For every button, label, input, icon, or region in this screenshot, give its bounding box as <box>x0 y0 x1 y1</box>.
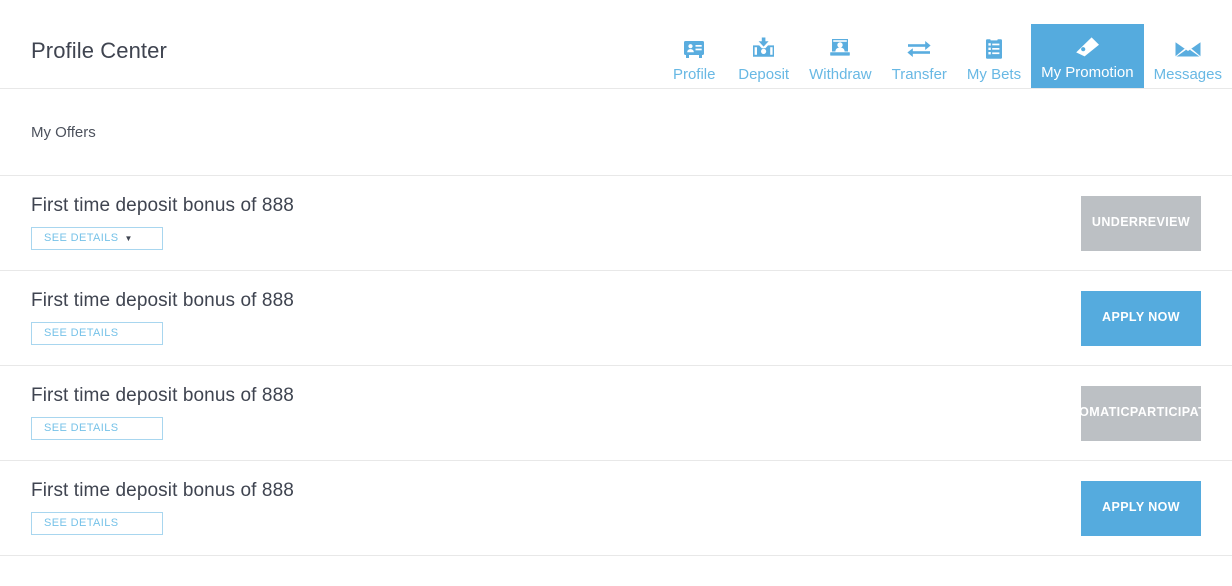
tab-profile-label: Profile <box>672 66 716 83</box>
offer-row: First time deposit bonus of 888 SEE DETA… <box>0 271 1232 366</box>
page-header: Profile Center Profile Deposit Withdraw … <box>0 0 1232 89</box>
offer-status-line: PARTICIPATION <box>1129 405 1230 420</box>
chevron-down-icon: ▼ <box>124 233 133 243</box>
offer-status-line: AUTOMATIC <box>1052 405 1130 420</box>
see-details-label: SEE DETAILS <box>44 327 119 339</box>
tab-my-promotion[interactable]: My Promotion <box>1031 24 1144 88</box>
deposit-icon <box>751 36 777 62</box>
see-details-label: SEE DETAILS <box>44 422 119 434</box>
tab-deposit-label: Deposit <box>738 66 790 83</box>
withdraw-icon <box>828 36 852 62</box>
tab-messages-label: Messages <box>1153 66 1222 83</box>
offer-status-button: AUTOMATIC PARTICIPATION <box>1052 385 1229 441</box>
offer-info: First time deposit bonus of 888 SEE DETA… <box>31 291 294 345</box>
offer-row: First time deposit bonus of 888 SEE DETA… <box>0 366 1232 461</box>
apply-now-button[interactable]: APPLY NOW <box>1081 290 1201 346</box>
tab-my-bets-label: My Bets <box>966 66 1022 83</box>
tag-icon <box>1073 34 1101 60</box>
tab-profile[interactable]: Profile <box>660 28 728 88</box>
apply-now-button[interactable]: APPLY NOW <box>1081 480 1201 536</box>
see-details-button[interactable]: SEE DETAILS <box>31 512 163 535</box>
list-icon <box>984 36 1004 62</box>
see-details-button[interactable]: SEE DETAILS ▼ <box>31 227 163 250</box>
see-details-label: SEE DETAILS <box>44 232 119 244</box>
see-details-button[interactable]: SEE DETAILS <box>31 322 163 345</box>
main-navigation: Profile Deposit Withdraw Transfer My Bet… <box>660 0 1232 88</box>
offer-info: First time deposit bonus of 888 SEE DETA… <box>31 481 294 535</box>
offer-info: First time deposit bonus of 888 SEE DETA… <box>31 386 294 440</box>
tab-transfer-label: Transfer <box>891 66 947 83</box>
offer-status-line: REVIEW <box>1138 215 1191 230</box>
tab-my-bets[interactable]: My Bets <box>957 28 1031 88</box>
offers-list: First time deposit bonus of 888 SEE DETA… <box>0 176 1232 556</box>
offer-title: First time deposit bonus of 888 <box>31 290 294 311</box>
tab-transfer[interactable]: Transfer <box>882 28 957 88</box>
apply-now-label: APPLY NOW <box>1102 500 1180 515</box>
my-offers-section-header: My Offers <box>0 89 1232 176</box>
see-details-label: SEE DETAILS <box>44 517 119 529</box>
page-title: Profile Center <box>31 38 167 63</box>
tab-messages[interactable]: Messages <box>1144 28 1232 88</box>
apply-now-label: APPLY NOW <box>1102 310 1180 325</box>
my-offers-title: My Offers <box>31 123 96 141</box>
transfer-icon <box>906 36 932 62</box>
tab-withdraw[interactable]: Withdraw <box>799 28 882 88</box>
envelope-icon <box>1174 36 1202 62</box>
offer-info: First time deposit bonus of 888 SEE DETA… <box>31 196 294 250</box>
offer-status-line: UNDER <box>1091 215 1139 230</box>
id-card-icon <box>682 36 706 62</box>
see-details-button[interactable]: SEE DETAILS <box>31 417 163 440</box>
offer-title: First time deposit bonus of 888 <box>31 195 294 216</box>
offer-status-button: UNDER REVIEW <box>1081 195 1201 251</box>
tab-deposit[interactable]: Deposit <box>728 28 799 88</box>
offer-title: First time deposit bonus of 888 <box>31 385 294 406</box>
offer-row: First time deposit bonus of 888 SEE DETA… <box>0 176 1232 271</box>
tab-my-promotion-label: My Promotion <box>1041 64 1134 81</box>
tab-withdraw-label: Withdraw <box>809 66 872 83</box>
offer-row: First time deposit bonus of 888 SEE DETA… <box>0 461 1232 556</box>
offer-title: First time deposit bonus of 888 <box>31 480 294 501</box>
